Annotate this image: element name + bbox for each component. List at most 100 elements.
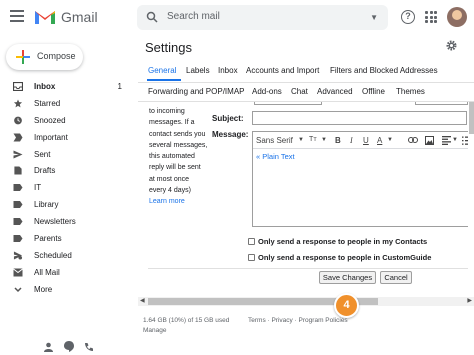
avatar[interactable] xyxy=(447,7,467,27)
contacts-only-option[interactable]: Only send a response to people in my Con… xyxy=(248,237,427,246)
first-day-field[interactable] xyxy=(254,102,322,105)
numbered-list-icon[interactable] xyxy=(462,136,468,145)
clock-icon xyxy=(14,116,22,125)
scroll-right-arrow-icon[interactable]: ▶ xyxy=(467,297,472,304)
learn-more-link[interactable]: Learn more xyxy=(149,196,211,207)
align-caret-icon[interactable]: ▼ xyxy=(452,137,458,143)
section-divider xyxy=(148,268,468,269)
message-editor[interactable]: Sans Serif ▼ TT ▼ B I U A ▼ ▼ « Plain Te… xyxy=(252,131,468,227)
unread-count: 1 xyxy=(117,82,122,91)
sidebar-item-sent[interactable]: Sent xyxy=(0,146,130,163)
star-icon xyxy=(13,99,23,108)
compose-button[interactable]: Compose xyxy=(6,44,83,70)
vertical-scroll-thumb[interactable] xyxy=(469,102,474,134)
tab-themes[interactable]: Themes xyxy=(396,87,425,96)
contacts-only-checkbox[interactable] xyxy=(248,238,255,245)
sidebar-item-newsletters[interactable]: Newsletters xyxy=(0,213,130,230)
tab-offline[interactable]: Offline xyxy=(362,87,385,96)
vacation-description: to incoming messages. If a contact sends… xyxy=(149,106,211,208)
tab-filters[interactable]: Filters and Blocked Addresses xyxy=(330,66,438,75)
active-tab-indicator xyxy=(147,79,181,81)
bold-icon[interactable]: B xyxy=(335,136,341,145)
search-icon[interactable] xyxy=(146,11,158,23)
apps-icon[interactable] xyxy=(425,11,437,23)
sidebar-item-important[interactable]: Important xyxy=(0,129,130,146)
subject-label: Subject: xyxy=(212,114,244,123)
description-line: contact sends you xyxy=(149,130,206,138)
main-menu-icon[interactable] xyxy=(10,10,24,22)
sidebar-item-label: Scheduled xyxy=(34,250,72,260)
font-select[interactable]: Sans Serif xyxy=(256,136,293,145)
sidebar-item-more[interactable]: More xyxy=(0,281,130,298)
inbox-icon xyxy=(13,82,23,91)
tab-inbox[interactable]: Inbox xyxy=(218,66,238,75)
font-select-caret-icon[interactable]: ▼ xyxy=(298,137,304,143)
text-color-caret-icon[interactable]: ▼ xyxy=(387,137,393,143)
search-bar[interactable]: Search mail ▼ xyxy=(137,5,388,30)
sidebar-nav: Inbox 1 Starred Snoozed Important Sent D… xyxy=(0,78,130,298)
sidebar-item-label: Newsletters xyxy=(34,217,76,227)
tab-chat[interactable]: Chat xyxy=(291,87,308,96)
save-changes-button[interactable]: Save Changes xyxy=(319,271,376,284)
step-badge: 4 xyxy=(334,293,359,318)
sidebar-item-label: Library xyxy=(34,200,59,210)
description-line: several messages, xyxy=(149,141,208,149)
insert-image-icon[interactable] xyxy=(425,136,434,145)
text-color-icon[interactable]: A xyxy=(377,136,382,145)
vertical-scrollbar[interactable] xyxy=(469,102,474,297)
search-input[interactable]: Search mail xyxy=(167,11,220,22)
phone-icon[interactable] xyxy=(84,342,94,352)
font-size-icon[interactable]: TT xyxy=(309,136,317,143)
sidebar-item-parents[interactable]: Parents xyxy=(0,230,130,247)
tab-advanced[interactable]: Advanced xyxy=(317,87,353,96)
help-icon[interactable]: ? xyxy=(401,10,415,24)
hangouts-icon[interactable] xyxy=(64,341,74,352)
sidebar-item-all-mail[interactable]: All Mail xyxy=(0,264,130,281)
horizontal-scrollbar[interactable]: ◀ ▶ xyxy=(138,297,474,306)
sidebar-item-label: Inbox xyxy=(34,82,56,91)
page-title: Settings xyxy=(145,40,192,55)
vacation-responder-section: to incoming messages. If a contact sends… xyxy=(138,102,468,292)
tab-accounts-and-import[interactable]: Accounts and Import xyxy=(246,66,319,75)
sidebar-item-it[interactable]: IT xyxy=(0,179,130,196)
send-icon xyxy=(13,150,23,159)
search-options-icon[interactable]: ▼ xyxy=(370,13,378,22)
font-size-caret-icon[interactable]: ▼ xyxy=(321,137,327,143)
sidebar-item-drafts[interactable]: Drafts xyxy=(0,162,130,179)
manage-storage-link[interactable]: Manage xyxy=(143,326,243,336)
label-icon xyxy=(13,218,23,226)
contacts-only-label: Only send a response to people in my Con… xyxy=(258,237,428,246)
subject-input[interactable] xyxy=(252,111,467,125)
org-only-checkbox[interactable] xyxy=(248,254,255,261)
cancel-button[interactable]: Cancel xyxy=(380,271,412,284)
link-icon[interactable] xyxy=(408,137,418,143)
all-mail-icon xyxy=(13,268,23,277)
tab-general[interactable]: General xyxy=(148,66,176,75)
important-icon xyxy=(13,133,23,142)
gear-icon[interactable] xyxy=(446,40,457,51)
gmail-logo-icon[interactable] xyxy=(34,8,56,25)
scroll-left-arrow-icon[interactable]: ◀ xyxy=(140,297,145,304)
person-icon[interactable] xyxy=(44,342,53,352)
sidebar-item-library[interactable]: Library xyxy=(0,196,130,213)
scheduled-icon xyxy=(13,251,23,260)
sidebar-item-label: Parents xyxy=(34,234,62,244)
top-bar: Gmail Search mail ▼ ? xyxy=(0,0,474,36)
underline-icon[interactable]: U xyxy=(363,136,369,145)
label-icon xyxy=(13,201,23,209)
plus-icon xyxy=(16,50,30,64)
sidebar-item-snoozed[interactable]: Snoozed xyxy=(0,112,130,129)
tab-labels[interactable]: Labels xyxy=(186,66,210,75)
footer-links[interactable]: Terms · Privacy · Program Policies xyxy=(248,317,348,324)
sidebar-item-starred[interactable]: Starred xyxy=(0,95,130,112)
tab-forwarding[interactable]: Forwarding and POP/IMAP xyxy=(148,87,244,96)
sidebar-item-inbox[interactable]: Inbox 1 xyxy=(0,78,130,95)
org-only-option[interactable]: Only send a response to people in Custom… xyxy=(248,253,431,262)
tab-add-ons[interactable]: Add-ons xyxy=(252,87,282,96)
compose-label: Compose xyxy=(37,51,76,61)
last-day-field[interactable] xyxy=(415,102,468,105)
italic-icon[interactable]: I xyxy=(350,136,353,145)
sidebar-item-scheduled[interactable]: Scheduled xyxy=(0,247,130,264)
plain-text-link[interactable]: « Plain Text xyxy=(256,152,295,161)
align-icon[interactable] xyxy=(442,136,451,145)
